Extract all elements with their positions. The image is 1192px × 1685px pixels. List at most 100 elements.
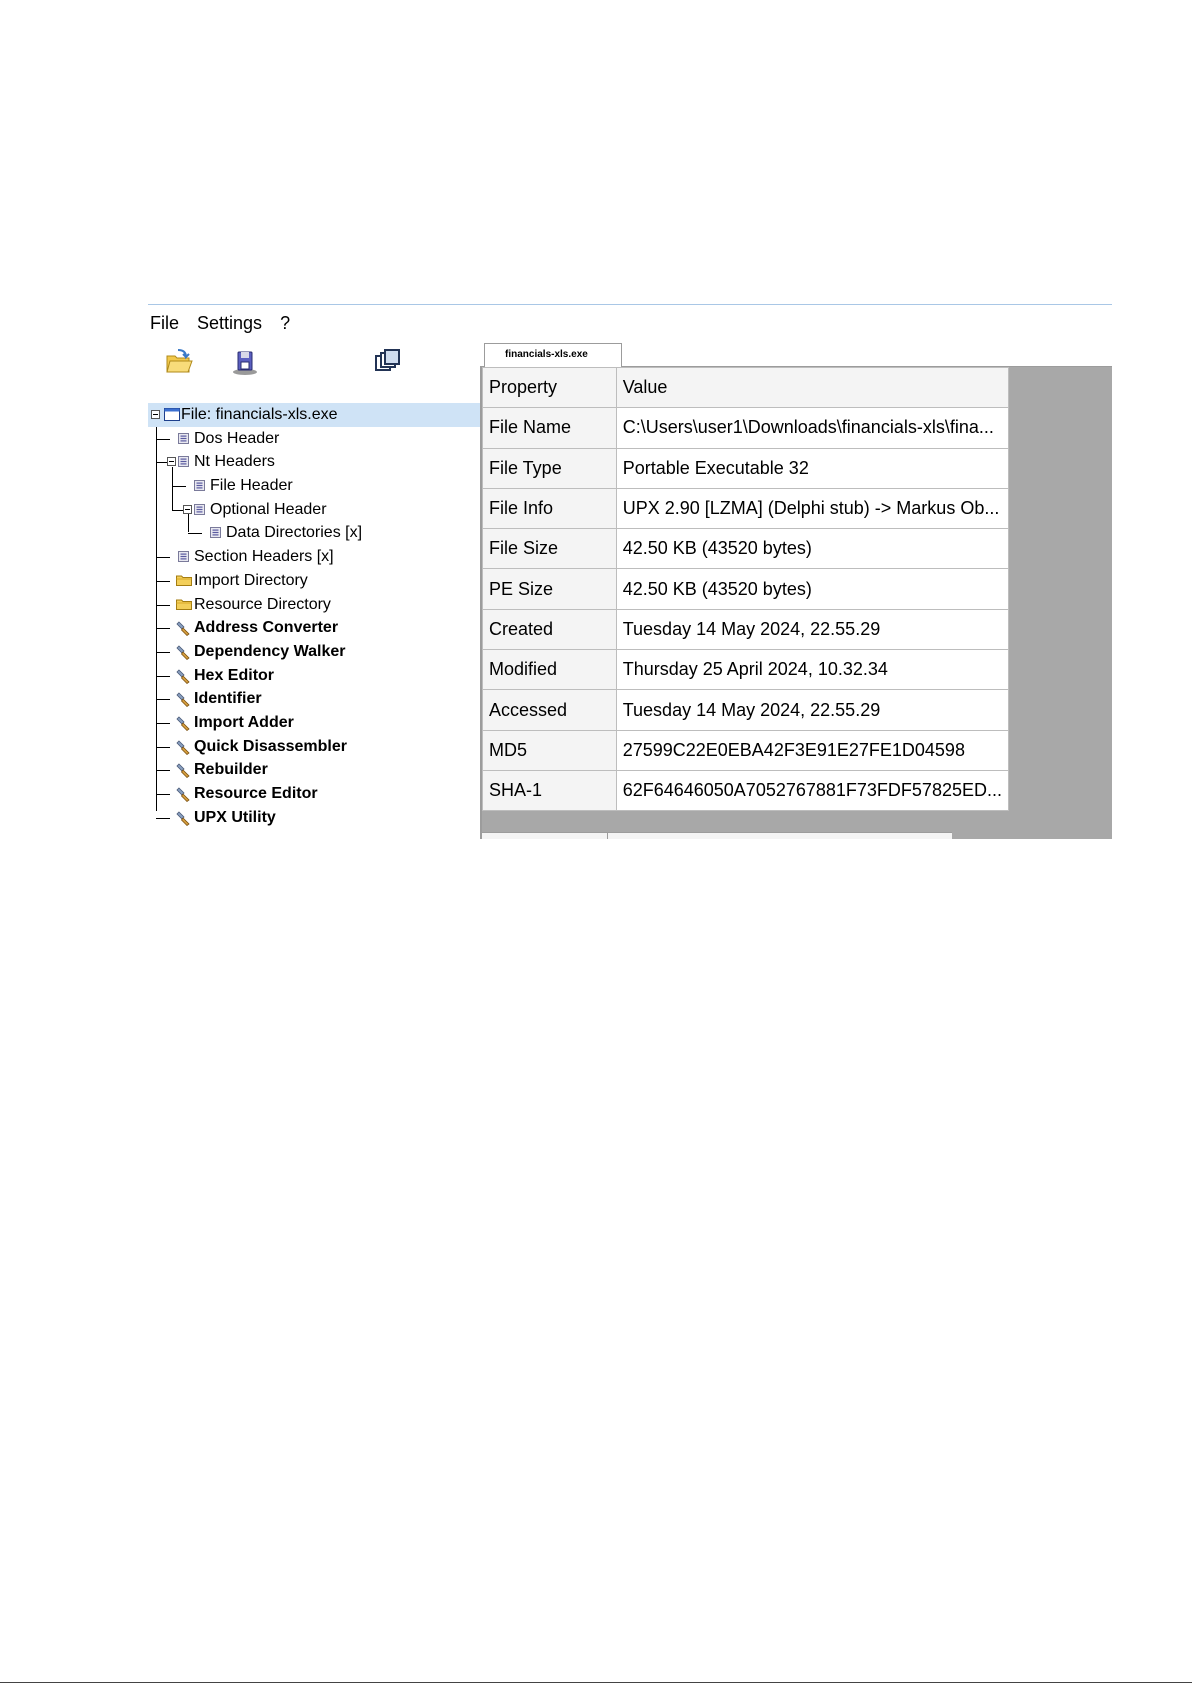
column-divider [607,833,608,839]
value-cell: 42.50 KB (43520 bytes) [615,568,1010,610]
pe-viewer-window: File Settings ? File: financials-xls.exe… [148,304,1112,839]
tab-financials-xls[interactable]: financials-xls.exe [484,343,622,368]
tool-icon [176,810,192,826]
module-icon [210,527,221,538]
table-row[interactable]: Created Tuesday 14 May 2024, 22.55.29 [482,608,1010,651]
table-row[interactable]: Modified Thursday 25 April 2024, 10.32.34 [482,649,1010,691]
tree-item-import-adder[interactable]: Import Adder [148,711,480,735]
tree-item-label: Optional Header [210,500,327,518]
value-cell: 27599C22E0EBA42F3E91E27FE1D04598 [615,729,1010,771]
property-cell: SHA-1 [482,769,617,812]
tool-icon [176,620,192,636]
tree-item-resource-directory[interactable]: Resource Directory [148,593,480,617]
tree-item-optional-header[interactable]: Optional Header [148,498,480,522]
value-cell: Tuesday 14 May 2024, 22.55.29 [615,689,1010,731]
folder-icon [176,598,192,610]
tree-root-label: File: financials-xls.exe [181,406,338,423]
table-row[interactable]: PE Size 42.50 KB (43520 bytes) [482,568,1010,610]
property-cell: File Size [482,528,617,570]
module-icon [178,433,189,444]
tree-item-quick-disassembler[interactable]: Quick Disassembler [148,735,480,759]
table-header-row: Property Value [482,366,1010,409]
collapse-icon[interactable] [151,410,160,419]
tree-item-label: Identifier [194,690,262,708]
tree-item-label: Dos Header [194,429,280,447]
property-cell: Created [482,608,617,651]
tool-icon [176,691,192,707]
page-footer-rule [0,1682,1192,1683]
value-cell: 62F64646050A7052767881F73FDF57825ED... [615,769,1010,812]
value-cell: C:\Users\user1\Downloads\financials-xls\… [615,407,1010,449]
properties-table: Property Value File Name C:\Users\user1\D… [482,366,1010,812]
module-icon [194,480,205,491]
menu-bar: File Settings ? [148,307,304,335]
table-row[interactable]: File Type Portable Executable 32 [482,447,1010,489]
property-cell: File Info [482,487,617,530]
tree-item-label: Section Headers [x] [194,548,334,566]
tree-item-label: Dependency Walker [194,642,346,660]
value-cell: 42.50 KB (43520 bytes) [615,528,1010,570]
module-icon [194,504,205,515]
tree-item-label: UPX Utility [194,808,276,826]
tree-item-label: Hex Editor [194,666,275,684]
window-icon [164,408,180,421]
menu-file[interactable]: File [148,307,193,335]
tree-item-address-converter[interactable]: Address Converter [148,616,480,640]
tree-item-label: Resource Editor [194,785,318,802]
value-cell: Thursday 25 April 2024, 10.32.34 [615,649,1010,691]
tool-icon [176,786,192,802]
tree-item-data-directories[interactable]: Data Directories [x] [148,521,480,545]
toolbar [148,343,478,383]
windows-button[interactable] [368,343,406,381]
table-row[interactable]: File Info UPX 2.90 [LZMA] (Delphi stub) -… [482,487,1010,530]
tool-icon [176,668,192,684]
property-cell: File Type [482,447,617,489]
collapse-icon[interactable] [183,504,192,514]
property-cell: Modified [482,649,617,691]
tab-strip: financials-xls.exe [480,335,1112,368]
windows-icon [375,349,400,371]
table-row[interactable]: File Name C:\Users\user1\Downloads\financ… [482,407,1010,449]
tree-item-label: Rebuilder [194,761,268,779]
table-row[interactable]: MD5 27599C22E0EBA42F3E91E27FE1D04598 [482,729,1010,771]
save-file-button[interactable] [226,343,264,381]
table-row[interactable]: File Size 42.50 KB (43520 bytes) [482,528,1010,570]
column-header-value[interactable]: Value [615,366,1010,409]
property-cell: PE Size [482,568,617,610]
folder-icon [176,574,192,586]
tree-item-label: Import Directory [194,571,308,589]
table-row[interactable]: Accessed Tuesday 14 May 2024, 22.55.29 [482,689,1010,731]
property-cell: File Name [482,407,617,449]
tool-icon [176,715,192,731]
property-cell: MD5 [482,729,617,771]
value-cell: Portable Executable 32 [615,447,1010,489]
module-icon [178,551,189,562]
save-disk-icon [233,351,257,375]
menu-settings[interactable]: Settings [193,307,276,335]
open-folder-icon [166,349,193,373]
tree-item-upx-utility[interactable]: UPX Utility [148,806,480,830]
tool-icon [176,739,192,755]
menu-help[interactable]: ? [276,307,304,335]
tree-item-import-directory[interactable]: Import Directory [148,569,480,593]
tree-item-section-headers[interactable]: Section Headers [x] [148,545,480,569]
details-pane: financials-xls.exe Property Value File N… [480,335,1112,839]
tree-item-label: Quick Disassembler [194,737,347,755]
column-header-property[interactable]: Property [482,366,617,409]
tree-item-dos-header[interactable]: Dos Header [148,427,480,451]
tree-item-file-header[interactable]: File Header [148,474,480,498]
collapse-icon[interactable] [167,457,176,467]
tree-item-hex-editor[interactable]: Hex Editor [148,664,480,688]
tree-item-label: Data Directories [x] [226,524,363,542]
tree-item-identifier[interactable]: Identifier [148,687,480,711]
tree-view[interactable]: File: financials-xls.exe Dos Header Nt H… [148,403,480,839]
module-icon [178,456,189,467]
tree-item-dependency-walker[interactable]: Dependency Walker [148,640,480,664]
tool-icon [176,762,192,778]
table-row[interactable]: SHA-1 62F64646050A7052767881F73FDF57825ED… [482,769,1010,812]
tree-item-resource-editor[interactable]: Resource Editor [148,782,480,806]
tree-item-nt-headers[interactable]: Nt Headers [148,450,480,474]
open-file-button[interactable] [160,343,198,381]
tree-item-rebuilder[interactable]: Rebuilder [148,758,480,782]
tree-item-root[interactable]: File: financials-xls.exe [148,403,480,427]
